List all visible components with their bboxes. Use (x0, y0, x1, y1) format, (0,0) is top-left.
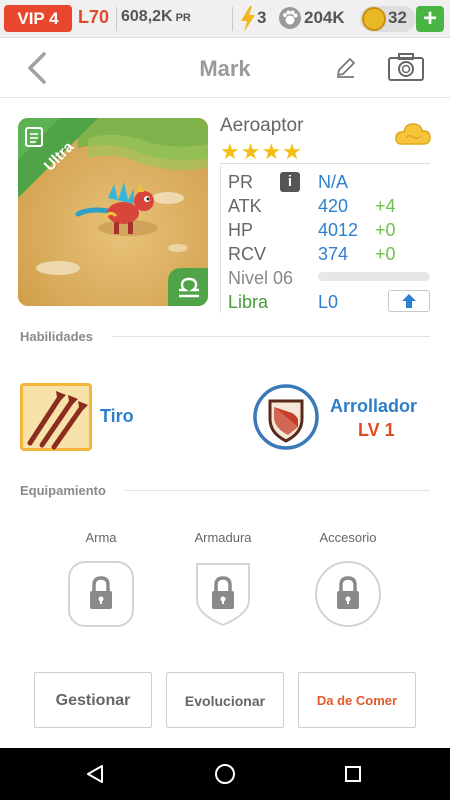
page-title: Mark (199, 56, 251, 81)
vip-badge[interactable]: VIP 4 (4, 5, 72, 32)
nivel-progress-bar (318, 272, 430, 281)
pr-label: PR (228, 172, 254, 192)
manage-button[interactable]: Gestionar (34, 672, 152, 728)
slot-label-arma: Arma (85, 530, 117, 545)
divider (232, 7, 233, 31)
slot-label-accesorio: Accesorio (319, 530, 377, 545)
pet-portrait-card[interactable]: Ultra (18, 118, 208, 306)
gold-coin-icon (362, 7, 386, 31)
energy-count: 3 (257, 8, 267, 27)
divider (116, 7, 117, 31)
star-rating: ★★★★ (220, 139, 303, 164)
nivel-label: Nivel 06 (228, 268, 294, 288)
equipamiento-title: Equipamiento (20, 483, 106, 498)
pr-value: N/A (318, 172, 349, 192)
power-readout: 608,2K PR (121, 8, 191, 26)
shield-skill-icon[interactable] (252, 383, 320, 451)
atk-label: ATK (228, 196, 262, 216)
status-top-bar: VIP 4 L70 608,2K PR 3 204K 32 + (0, 0, 450, 38)
weapon-slot[interactable] (67, 560, 135, 628)
atk-value: 420 (318, 196, 349, 216)
arrows-skill-icon[interactable] (20, 383, 92, 451)
zodiac-level: L0 (318, 292, 339, 312)
hp-value: 4012 (318, 220, 359, 240)
player-level: L70 (78, 7, 110, 27)
evolve-button[interactable]: Evolucionar (166, 672, 284, 728)
power-value: 608,2K (121, 8, 173, 25)
slot-label-armadura: Armadura (194, 530, 252, 545)
rcv-label: RCV (228, 244, 267, 264)
info-icon[interactable]: i (280, 172, 300, 192)
skill-name-tiro[interactable]: Tiro (100, 406, 134, 427)
libra-icon (179, 277, 199, 298)
zodiac-label: Libra (228, 292, 269, 312)
cloud-icon (395, 123, 431, 145)
paw-icon (279, 7, 301, 29)
atk-bonus: +4 (375, 196, 396, 216)
hp-bonus: +0 (375, 220, 396, 240)
divider (112, 336, 430, 337)
rcv-value: 374 (318, 244, 349, 264)
nav-recents-icon[interactable] (344, 765, 362, 783)
food-count: 204K (304, 8, 345, 27)
skill-level: LV 1 (358, 420, 395, 440)
nav-back-icon[interactable] (85, 764, 105, 784)
pet-species-name: Aeroaptor (220, 115, 304, 136)
divider (124, 490, 430, 491)
divider (220, 163, 430, 164)
edit-pencil-icon[interactable] (334, 56, 358, 80)
rcv-bonus: +0 (375, 244, 396, 264)
nav-home-icon[interactable] (213, 762, 237, 786)
document-icon (25, 127, 43, 147)
page-header: Mark (0, 38, 450, 98)
lightning-icon (241, 6, 255, 32)
android-nav-bar (0, 748, 450, 800)
add-gold-button[interactable]: + (416, 6, 444, 32)
accessory-slot[interactable] (314, 560, 382, 628)
hp-label: HP (228, 220, 254, 240)
feed-button[interactable]: Da de Comer (298, 672, 416, 728)
zodiac-upgrade-button[interactable] (388, 290, 430, 312)
gold-count: 32 (388, 8, 407, 27)
habilidades-title: Habilidades (20, 329, 93, 344)
camera-icon[interactable] (387, 52, 425, 82)
power-unit: PR (175, 12, 191, 24)
armor-slot[interactable] (189, 560, 257, 628)
skill-name-arrollador[interactable]: Arrollador (330, 396, 417, 417)
arrow-up-icon (402, 294, 416, 308)
